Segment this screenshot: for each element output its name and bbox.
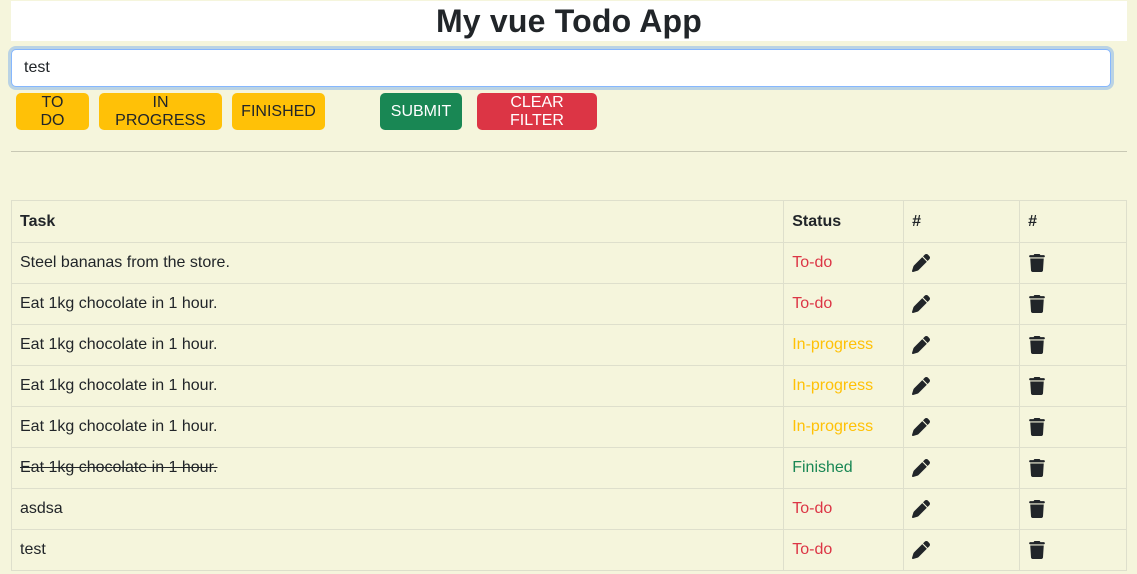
edit-cell [903, 488, 1021, 530]
edit-cell [903, 365, 1021, 407]
status-cell: To-do [783, 283, 905, 325]
pencil-icon[interactable] [912, 335, 931, 354]
pencil-icon[interactable] [912, 499, 931, 518]
todo-app: My vue Todo App TO DO IN PROGRESS FINISH… [0, 0, 1137, 574]
task-cell: asdsa [10, 488, 785, 530]
task-cell: Eat 1kg chocolate in 1 hour. [10, 365, 785, 407]
pencil-icon[interactable] [912, 376, 931, 395]
trash-icon[interactable] [1028, 417, 1046, 436]
task-cell: test [10, 529, 785, 571]
delete-cell [1019, 529, 1127, 571]
task-table: Task Status # # Steel bananas from the s… [10, 200, 1127, 571]
edit-cell [903, 447, 1021, 489]
todo-button[interactable]: TO DO [16, 93, 89, 130]
status-cell: To-do [783, 488, 905, 530]
edit-cell [903, 406, 1021, 448]
task-column-header: Task [10, 200, 785, 243]
table-row: test To-do [10, 529, 1127, 571]
status-cell: In-progress [783, 365, 905, 407]
trash-icon[interactable] [1028, 499, 1046, 518]
status-column-header: Status [783, 200, 905, 243]
task-list: Steel bananas from the store. To-do Eat … [10, 242, 1127, 571]
delete-cell [1019, 283, 1127, 325]
edit-cell [903, 242, 1021, 284]
table-row: Steel bananas from the store. To-do [10, 242, 1127, 284]
trash-icon[interactable] [1028, 376, 1046, 395]
page-title: My vue Todo App [435, 2, 703, 39]
pencil-icon[interactable] [912, 540, 931, 559]
table-row: Eat 1kg chocolate in 1 hour. In-progress [10, 365, 1127, 407]
finished-button[interactable]: FINISHED [232, 93, 325, 130]
task-cell: Steel bananas from the store. [10, 242, 785, 284]
edit-cell [903, 283, 1021, 325]
task-cell: Eat 1kg chocolate in 1 hour. [10, 283, 785, 325]
trash-icon[interactable] [1028, 253, 1046, 272]
status-cell: To-do [783, 529, 905, 571]
submit-button[interactable]: SUBMIT [380, 93, 462, 130]
table-row: Eat 1kg chocolate in 1 hour. In-progress [10, 324, 1127, 366]
delete-cell [1019, 488, 1127, 530]
clear-filter-button[interactable]: CLEAR FILTER [477, 93, 597, 130]
trash-icon[interactable] [1028, 335, 1046, 354]
header: My vue Todo App [11, 1, 1127, 41]
in-progress-button[interactable]: IN PROGRESS [99, 93, 222, 130]
task-cell: Eat 1kg chocolate in 1 hour. [10, 324, 785, 366]
pencil-icon[interactable] [912, 458, 931, 477]
task-cell: Eat 1kg chocolate in 1 hour. [10, 406, 785, 448]
pencil-icon[interactable] [912, 294, 931, 313]
status-cell: To-do [783, 242, 905, 284]
trash-icon[interactable] [1028, 458, 1046, 477]
pencil-icon[interactable] [912, 253, 931, 272]
delete-cell [1019, 324, 1127, 366]
delete-column-header: # [1019, 200, 1127, 243]
trash-icon[interactable] [1028, 540, 1046, 559]
status-cell: In-progress [783, 324, 905, 366]
table-row: Eat 1kg chocolate in 1 hour. To-do [10, 283, 1127, 325]
delete-cell [1019, 365, 1127, 407]
table-row: Eat 1kg chocolate in 1 hour. Finished [10, 447, 1127, 489]
status-cell: In-progress [783, 406, 905, 448]
edit-cell [903, 324, 1021, 366]
delete-cell [1019, 447, 1127, 489]
delete-cell [1019, 406, 1127, 448]
edit-cell [903, 529, 1021, 571]
table-row: Eat 1kg chocolate in 1 hour. In-progress [10, 406, 1127, 448]
table-row: asdsa To-do [10, 488, 1127, 530]
edit-column-header: # [903, 200, 1021, 243]
trash-icon[interactable] [1028, 294, 1046, 313]
pencil-icon[interactable] [912, 417, 931, 436]
task-cell: Eat 1kg chocolate in 1 hour. [10, 447, 785, 489]
task-input[interactable] [11, 49, 1111, 87]
delete-cell [1019, 242, 1127, 284]
table-header-row: Task Status # # [10, 200, 1127, 243]
status-cell: Finished [783, 447, 905, 489]
divider [11, 151, 1127, 152]
